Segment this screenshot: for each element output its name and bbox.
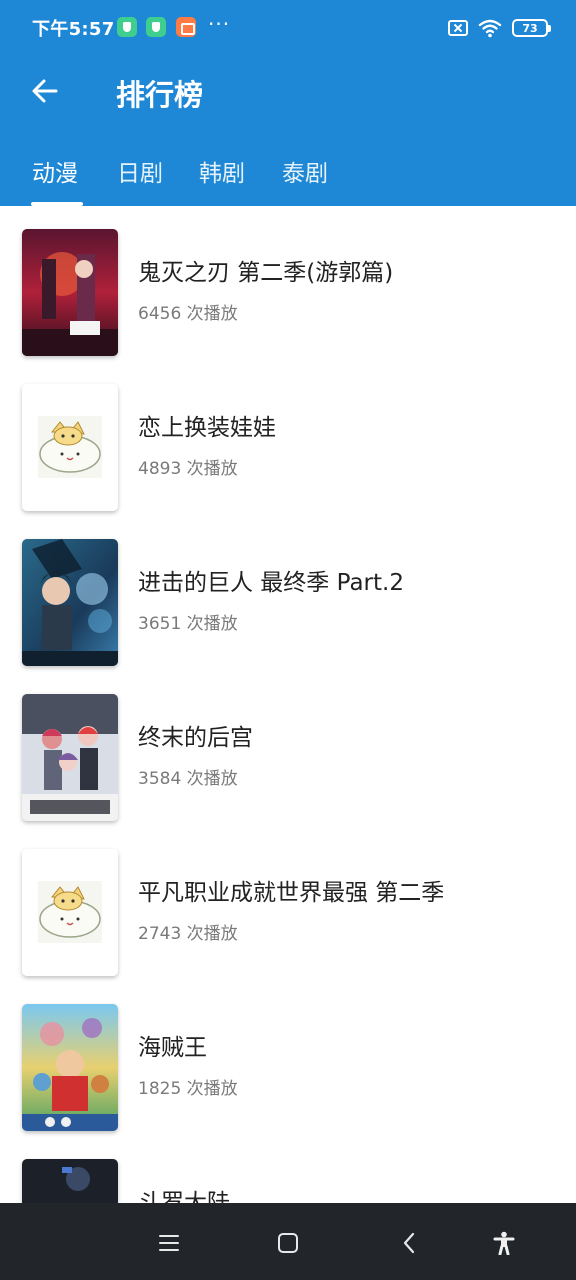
item-title: 进击的巨人 最终季 Part.2	[138, 570, 404, 596]
sim-off-icon	[448, 20, 468, 36]
toolbar: 排行榜	[0, 56, 576, 126]
poster-image	[22, 539, 118, 666]
shield-icon	[117, 17, 137, 37]
list-item[interactable]: 进击的巨人 最终季 Part.2 3651 次播放	[0, 539, 576, 694]
list-item[interactable]: 斗罗大陆	[0, 1159, 576, 1203]
poster-image	[22, 849, 118, 976]
item-play-count: 6456 次播放	[138, 304, 238, 324]
home-button[interactable]	[268, 1223, 308, 1263]
home-square-icon	[278, 1233, 298, 1253]
list-item[interactable]: 海贼王 1825 次播放	[0, 1004, 576, 1159]
shield-icon	[146, 17, 166, 37]
placeholder-mascot	[22, 849, 118, 976]
poster-demon-slayer	[22, 229, 118, 356]
poster-image	[22, 694, 118, 821]
item-title: 鬼灭之刃 第二季(游郭篇)	[138, 260, 394, 286]
item-title: 恋上换装娃娃	[138, 415, 276, 441]
item-play-count: 3584 次播放	[138, 769, 238, 789]
poster-world-end-harem	[22, 694, 118, 821]
item-play-count: 3651 次播放	[138, 614, 238, 634]
poster-douluo	[22, 1159, 118, 1203]
more-notifications-icon: ···	[208, 12, 231, 36]
page-title: 排行榜	[116, 78, 204, 112]
recent-apps-button[interactable]	[149, 1223, 189, 1263]
arrow-left-icon	[32, 79, 58, 103]
system-back-button[interactable]	[389, 1223, 429, 1263]
poster-one-piece	[22, 1004, 118, 1131]
list-item[interactable]: 恋上换装娃娃 4893 次播放	[0, 384, 576, 539]
poster-image	[22, 229, 118, 356]
category-tabs: 动漫 日剧 韩剧 泰剧	[0, 136, 576, 206]
list-item[interactable]: 终末的后宫 3584 次播放	[0, 694, 576, 849]
accessibility-icon	[493, 1231, 515, 1255]
battery-icon: 73	[512, 19, 551, 37]
header: 下午5:57 ··· 73 排行榜 动漫 日剧 韩剧 泰剧	[0, 0, 576, 206]
list-item[interactable]: 平凡职业成就世界最强 第二季 2743 次播放	[0, 849, 576, 1004]
poster-image	[22, 1004, 118, 1131]
status-time: 下午5:57	[32, 19, 115, 40]
back-chevron-icon	[403, 1232, 415, 1254]
menu-icon	[159, 1235, 179, 1251]
item-title: 终末的后宫	[138, 725, 253, 751]
tab-anime[interactable]: 动漫	[32, 154, 78, 188]
tab-thai-drama[interactable]: 泰剧	[282, 154, 328, 188]
wifi-icon	[478, 19, 502, 38]
back-button[interactable]	[20, 66, 70, 116]
item-play-count: 2743 次播放	[138, 924, 238, 944]
poster-image	[22, 384, 118, 511]
item-play-count: 1825 次播放	[138, 1079, 238, 1099]
item-title: 斗罗大陆	[138, 1190, 230, 1203]
system-navigation-bar	[0, 1203, 576, 1280]
status-bar: 下午5:57 ··· 73	[0, 0, 576, 56]
ranking-list: 鬼灭之刃 第二季(游郭篇) 6456 次播放 恋上换装娃娃 4893 次播放 进…	[0, 206, 576, 1203]
item-play-count: 4893 次播放	[138, 459, 238, 479]
tab-korean-drama[interactable]: 韩剧	[199, 154, 245, 188]
status-right-group: 73	[448, 16, 551, 40]
poster-image	[22, 1159, 118, 1203]
item-title: 平凡职业成就世界最强 第二季	[138, 880, 445, 906]
list-item[interactable]: 鬼灭之刃 第二季(游郭篇) 6456 次播放	[0, 229, 576, 384]
item-title: 海贼王	[138, 1035, 207, 1061]
app-root: 下午5:57 ··· 73 排行榜 动漫 日剧 韩剧 泰剧 鬼灭之刃 第二季(游…	[0, 0, 576, 1280]
battery-level: 73	[522, 21, 538, 35]
tab-japanese-drama[interactable]: 日剧	[117, 154, 163, 188]
app-icon	[176, 17, 196, 37]
placeholder-mascot	[22, 384, 118, 511]
poster-attack-on-titan	[22, 539, 118, 666]
accessibility-button[interactable]	[484, 1223, 524, 1263]
